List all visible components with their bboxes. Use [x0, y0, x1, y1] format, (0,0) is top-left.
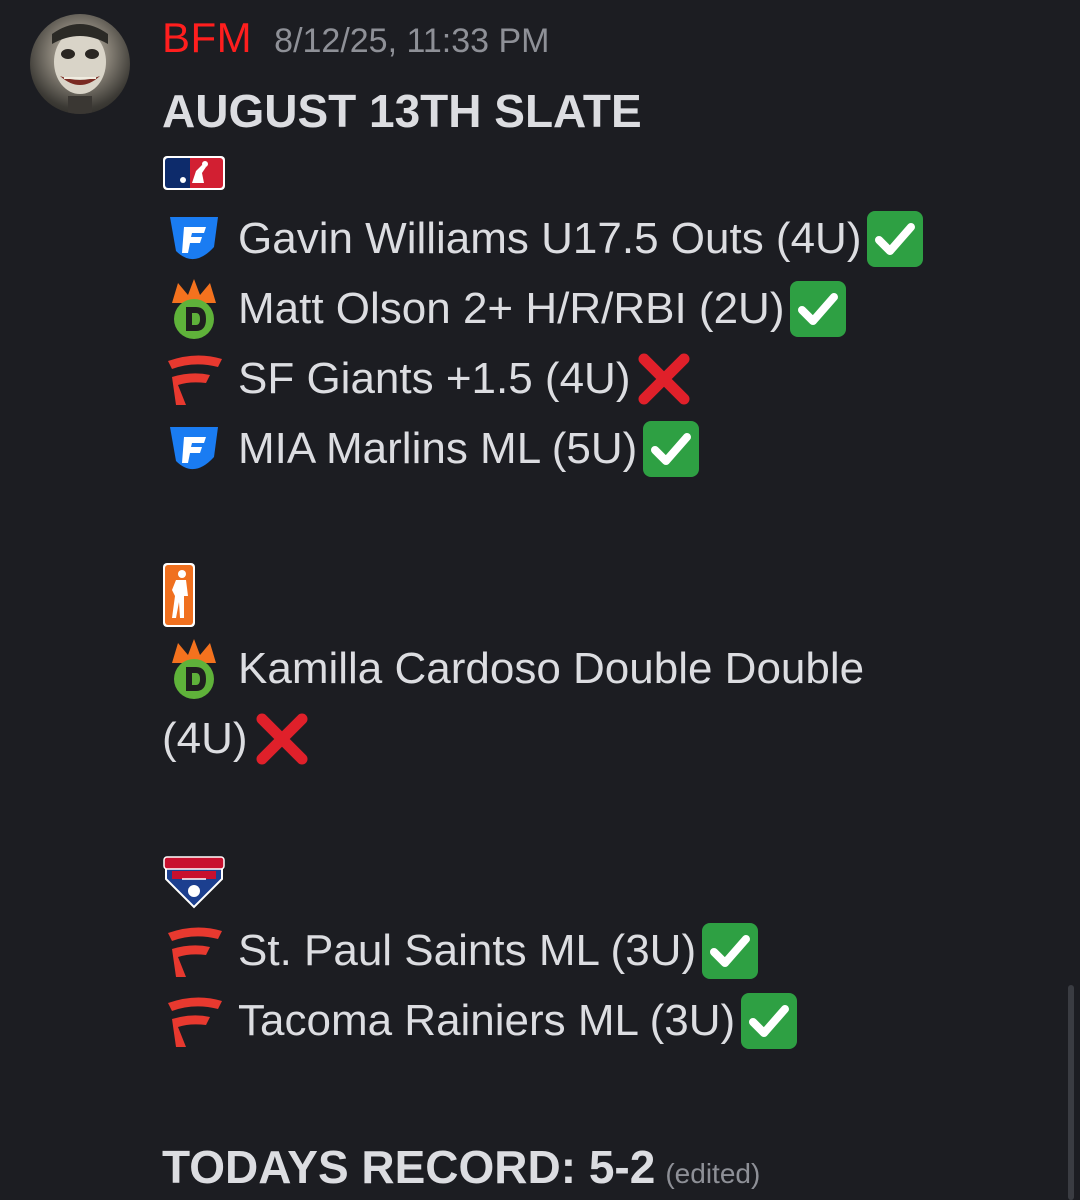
loss-x-icon — [256, 713, 308, 765]
message-header: BFM 8/12/25, 11:33 PM — [162, 14, 550, 70]
draftkings-icon — [172, 279, 216, 339]
fanduel-icon — [170, 427, 218, 470]
username[interactable]: BFM — [162, 14, 252, 62]
mlb-logo-icon — [163, 156, 225, 190]
fanatics-icon — [168, 997, 222, 1047]
draftkings-icon — [172, 639, 216, 699]
fanatics-icon — [168, 355, 222, 405]
user-avatar[interactable] — [30, 14, 130, 114]
section-international-league — [162, 846, 1062, 916]
win-check-icon — [702, 923, 759, 979]
pick-text-continued: (4U) — [162, 714, 248, 763]
loss-x-icon — [638, 353, 690, 405]
pick-row: MIA Marlins ML (5U) — [162, 414, 1062, 484]
wnba-logo-icon — [163, 563, 195, 627]
pick-text: St. Paul Saints ML (3U) — [238, 926, 697, 975]
message-timestamp: 8/12/25, 11:33 PM — [274, 22, 550, 60]
pick-text: SF Giants +1.5 (4U) — [238, 354, 631, 403]
scrollbar[interactable] — [1068, 985, 1074, 1200]
record-line: TODAYS RECORD: 5-2 (edited) — [162, 1140, 760, 1194]
pick-row: St. Paul Saints ML (3U) — [162, 916, 1062, 986]
section-wnba — [162, 556, 1062, 634]
win-check-icon — [867, 211, 924, 267]
pick-row: Tacoma Rainiers ML (3U) — [162, 986, 1062, 1056]
win-check-icon — [790, 281, 847, 337]
win-check-icon — [643, 421, 700, 477]
win-check-icon — [741, 993, 798, 1049]
pick-text: Tacoma Rainiers ML (3U) — [238, 996, 736, 1045]
international-league-logo-icon — [163, 856, 225, 909]
slate-title: AUGUST 13TH SLATE — [162, 85, 642, 137]
pick-text: Kamilla Cardoso Double Double — [238, 644, 865, 693]
pick-row: Gavin Williams U17.5 Outs (4U) — [162, 204, 1062, 274]
joker-avatar-icon — [52, 24, 108, 114]
pick-text: Gavin Williams U17.5 Outs (4U) — [238, 214, 862, 263]
message-content: AUGUST 13TH SLATE Gavin Williams U17.5 O… — [162, 80, 1062, 1056]
pick-row: SF Giants +1.5 (4U) — [162, 344, 1062, 414]
pick-text: MIA Marlins ML (5U) — [238, 424, 638, 473]
edited-label: (edited) — [665, 1158, 761, 1189]
todays-record: TODAYS RECORD: 5-2 — [162, 1141, 656, 1193]
pick-row: Kamilla Cardoso Double Double — [162, 634, 1062, 704]
fanatics-icon — [168, 927, 222, 977]
pick-row: Matt Olson 2+ H/R/RBI (2U) — [162, 274, 1062, 344]
pick-row-continued: (4U) — [162, 704, 1062, 774]
chat-message: BFM 8/12/25, 11:33 PM AUGUST 13TH SLATE … — [0, 0, 1080, 1200]
fanduel-icon — [170, 217, 218, 260]
section-mlb — [162, 142, 1062, 204]
pick-text: Matt Olson 2+ H/R/RBI (2U) — [238, 284, 785, 333]
